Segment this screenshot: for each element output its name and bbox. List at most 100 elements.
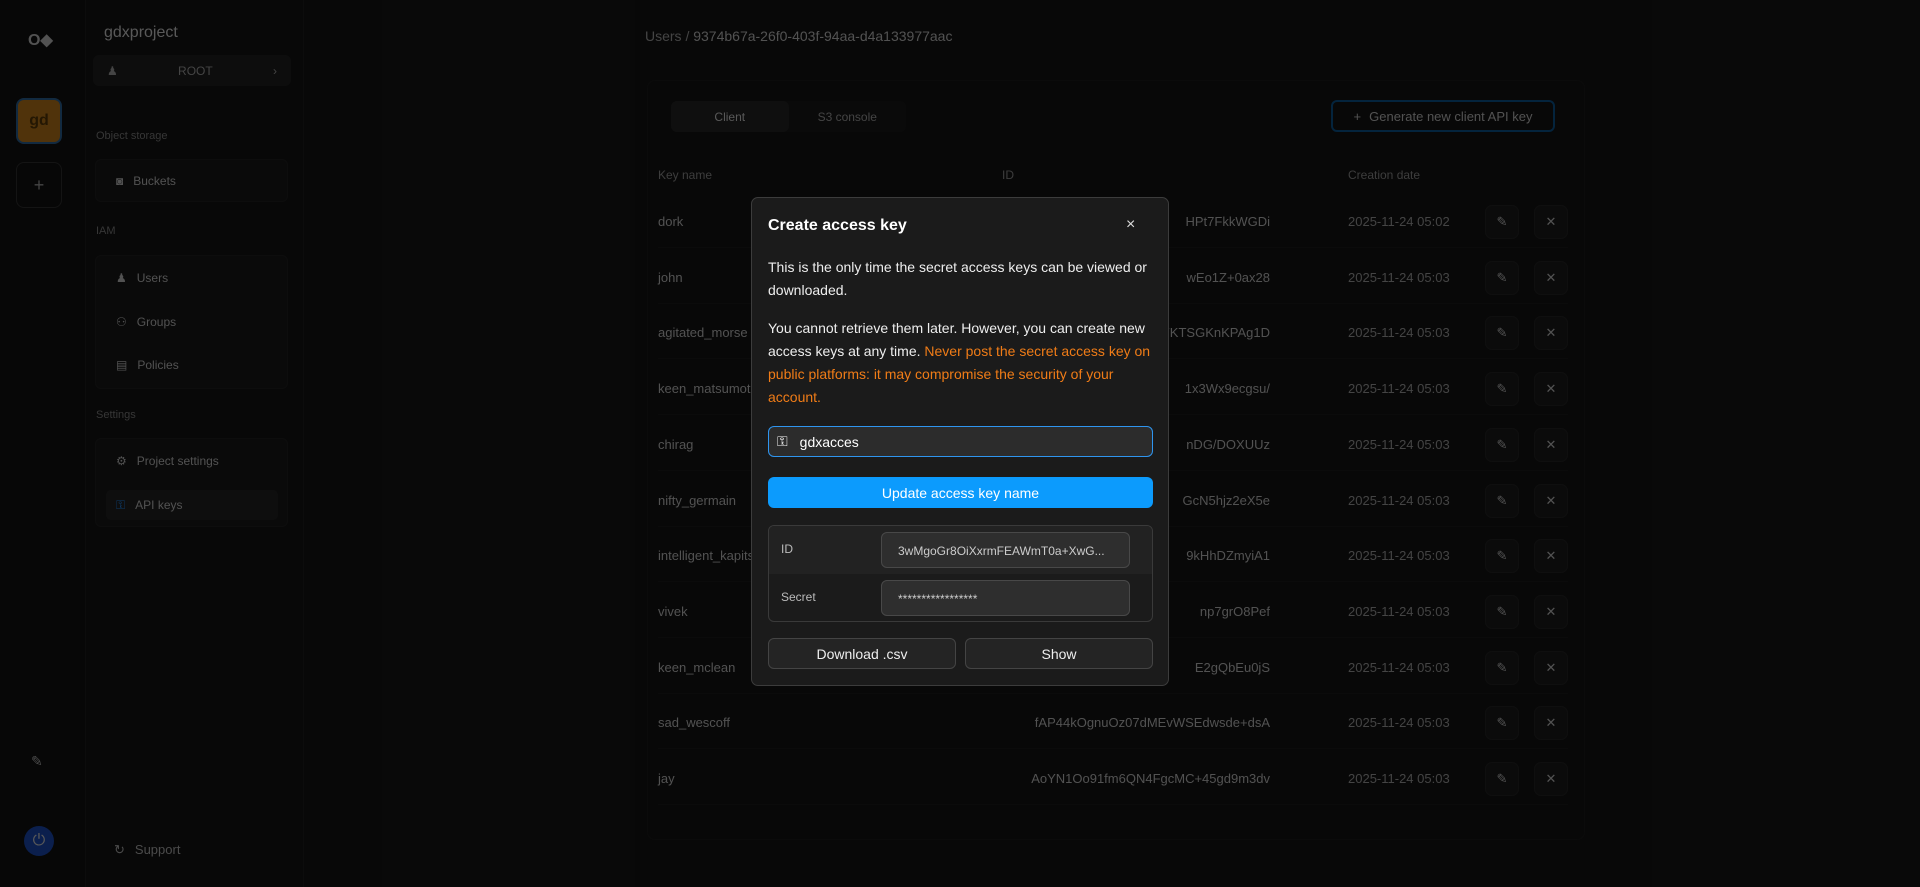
sidebar-item-buckets[interactable]: ◙ Buckets <box>106 166 278 196</box>
nav-label: API keys <box>135 498 183 512</box>
section-iam: IAM <box>96 225 116 237</box>
edit-button[interactable]: ✎ <box>1485 427 1519 462</box>
warning-text: You cannot retrieve them later. However,… <box>768 317 1154 409</box>
pencil-icon: ✎ <box>1496 771 1508 786</box>
delete-button[interactable]: ✕ <box>1534 594 1568 629</box>
dialog-title: Create access key <box>768 217 907 234</box>
key-id: AoYN1Oo91fm6QN4FgcMC+45gd9m3dv <box>1031 771 1270 786</box>
creation-date: 2025-11-24 05:03 <box>1348 548 1450 564</box>
edit-button[interactable]: ✎ <box>1485 316 1519 351</box>
key-name: sad_wescoff <box>658 715 731 731</box>
secret-value[interactable]: ***************** <box>881 580 1130 616</box>
show-secret-button[interactable]: Show <box>965 638 1153 669</box>
breadcrumb-users[interactable]: Users <box>645 28 682 44</box>
edit-button[interactable]: ✎ <box>1485 205 1519 239</box>
delete-button[interactable]: ✕ <box>1534 372 1568 407</box>
delete-button[interactable]: ✕ <box>1534 260 1568 295</box>
logo: O◆ <box>28 32 53 49</box>
tab-client[interactable]: Client <box>671 101 789 132</box>
edit-button[interactable]: ✎ <box>1485 762 1519 796</box>
key-id: 7KTSGKnKPAg1D <box>1162 325 1270 341</box>
object-storage-card: ◙ Buckets <box>95 159 288 202</box>
close-icon: ✕ <box>1545 325 1557 341</box>
key-name: dork <box>658 214 684 229</box>
delete-button[interactable]: ✕ <box>1534 427 1568 462</box>
pencil-icon: ✎ <box>1496 548 1508 564</box>
sidebar-item-project-settings[interactable]: ⚙ Project settings <box>106 446 278 476</box>
info-text: This is the only time the secret access … <box>768 259 1147 298</box>
close-icon: ✕ <box>1545 659 1557 675</box>
sidebar-item-users[interactable]: ♟ Users <box>106 263 278 293</box>
pencil-icon: ✎ <box>1496 269 1508 285</box>
edit-button[interactable]: ✎ <box>1485 260 1519 295</box>
key-id: fAP44kOgnuOz07dMEvWSEdwsde+dsA <box>1034 715 1270 731</box>
delete-button[interactable]: ✕ <box>1534 706 1568 741</box>
app-rail: O◆ gd + ✎ ⏻ <box>0 0 86 887</box>
pencil-icon: ✎ <box>1496 492 1508 508</box>
delete-button[interactable]: ✕ <box>1534 650 1568 685</box>
creation-date: 2025-11-24 05:03 <box>1348 325 1450 341</box>
add-project-button[interactable]: + <box>16 162 62 208</box>
iam-card: ♟ Users ⚇ Groups ▤ Policies <box>95 255 288 389</box>
key-id: 9kHhDZmyiA1 <box>1186 548 1270 564</box>
key-name: jay <box>658 771 675 786</box>
key-name-field[interactable]: ⚿ <box>768 426 1153 457</box>
close-icon[interactable]: × <box>1126 216 1135 234</box>
id-value[interactable]: 3wMgoGr8OiXxrmFEAWmT0a+XwG... <box>881 532 1130 568</box>
plus-icon: + <box>1353 108 1362 124</box>
delete-button[interactable]: ✕ <box>1534 316 1568 351</box>
nav-label: Groups <box>136 315 177 329</box>
key-name: agitated_morse <box>658 325 748 341</box>
edit-button[interactable]: ✎ <box>1485 594 1519 629</box>
tab-s3-console[interactable]: S3 console <box>789 101 907 132</box>
key-id: E2gQbEu0jS <box>1194 659 1270 675</box>
generate-api-key-button[interactable]: + Generate new client API key <box>1331 100 1555 132</box>
delete-button[interactable]: ✕ <box>1534 483 1568 518</box>
power-icon[interactable]: ⏻ <box>24 826 54 856</box>
edit-button[interactable]: ✎ <box>1485 539 1519 574</box>
key-name: intelligent_kapitsa <box>658 548 762 564</box>
sidebar-item-policies[interactable]: ▤ Policies <box>106 350 278 380</box>
close-icon: ✕ <box>1545 269 1557 285</box>
id-label: ID <box>781 542 793 556</box>
create-access-key-dialog: Create access key × This is the only tim… <box>751 197 1169 686</box>
tabs: Client S3 console <box>671 101 906 132</box>
key-name-input[interactable] <box>799 433 1120 450</box>
delete-button[interactable]: ✕ <box>1534 539 1568 574</box>
gear-icon: ⚙ <box>116 454 127 468</box>
key-id: wEo1Z+0ax28 <box>1186 269 1270 285</box>
download-csv-button[interactable]: Download .csv <box>768 638 956 669</box>
creation-date: 2025-11-24 05:03 <box>1348 436 1450 452</box>
edit-button[interactable]: ✎ <box>1485 372 1519 407</box>
edit-button[interactable]: ✎ <box>1485 650 1519 685</box>
generate-label: Generate new client API key <box>1369 108 1533 124</box>
id-row: ID 3wMgoGr8OiXxrmFEAWmT0a+XwG... <box>769 526 1152 574</box>
sidebar-item-groups[interactable]: ⚇ Groups <box>106 307 278 337</box>
creation-date: 2025-11-24 05:02 <box>1348 214 1450 229</box>
sidebar: gdxproject ♟ ROOT › Object storage ◙ Bucket… <box>86 0 304 887</box>
creation-date: 2025-11-24 05:03 <box>1348 715 1450 731</box>
header-creation-date: Creation date <box>1348 168 1421 182</box>
sidebar-item-api-keys[interactable]: ⚿ API keys <box>106 490 278 520</box>
role-select[interactable]: ♟ ROOT › <box>93 55 291 86</box>
close-icon: ✕ <box>1545 436 1557 452</box>
table-row: jay AoYN1Oo91fm6QN4FgcMC+45gd9m3dv 2025-… <box>658 753 1568 805</box>
delete-button[interactable]: ✕ <box>1534 205 1568 239</box>
chevron-icon: › <box>273 63 277 78</box>
project-avatar[interactable]: gd <box>16 98 62 144</box>
delete-button[interactable]: ✕ <box>1534 762 1568 796</box>
edit-button[interactable]: ✎ <box>1485 706 1519 741</box>
edit-button[interactable]: ✎ <box>1485 483 1519 518</box>
key-name: john <box>658 269 683 285</box>
key-name: chirag <box>658 436 694 452</box>
project-title: gdxproject <box>104 24 178 41</box>
update-key-name-button[interactable]: Update access key name <box>768 477 1153 508</box>
policy-icon: ▤ <box>116 358 128 372</box>
close-icon: ✕ <box>1545 548 1557 564</box>
support-link[interactable]: ↻ Support <box>114 842 180 858</box>
key-id: 1x3Wx9ecgsu/ <box>1184 381 1270 397</box>
key-name: nifty_germain <box>658 492 737 508</box>
close-icon: ✕ <box>1545 771 1557 786</box>
edit-icon[interactable]: ✎ <box>31 753 43 770</box>
secret-label: Secret <box>781 590 816 604</box>
